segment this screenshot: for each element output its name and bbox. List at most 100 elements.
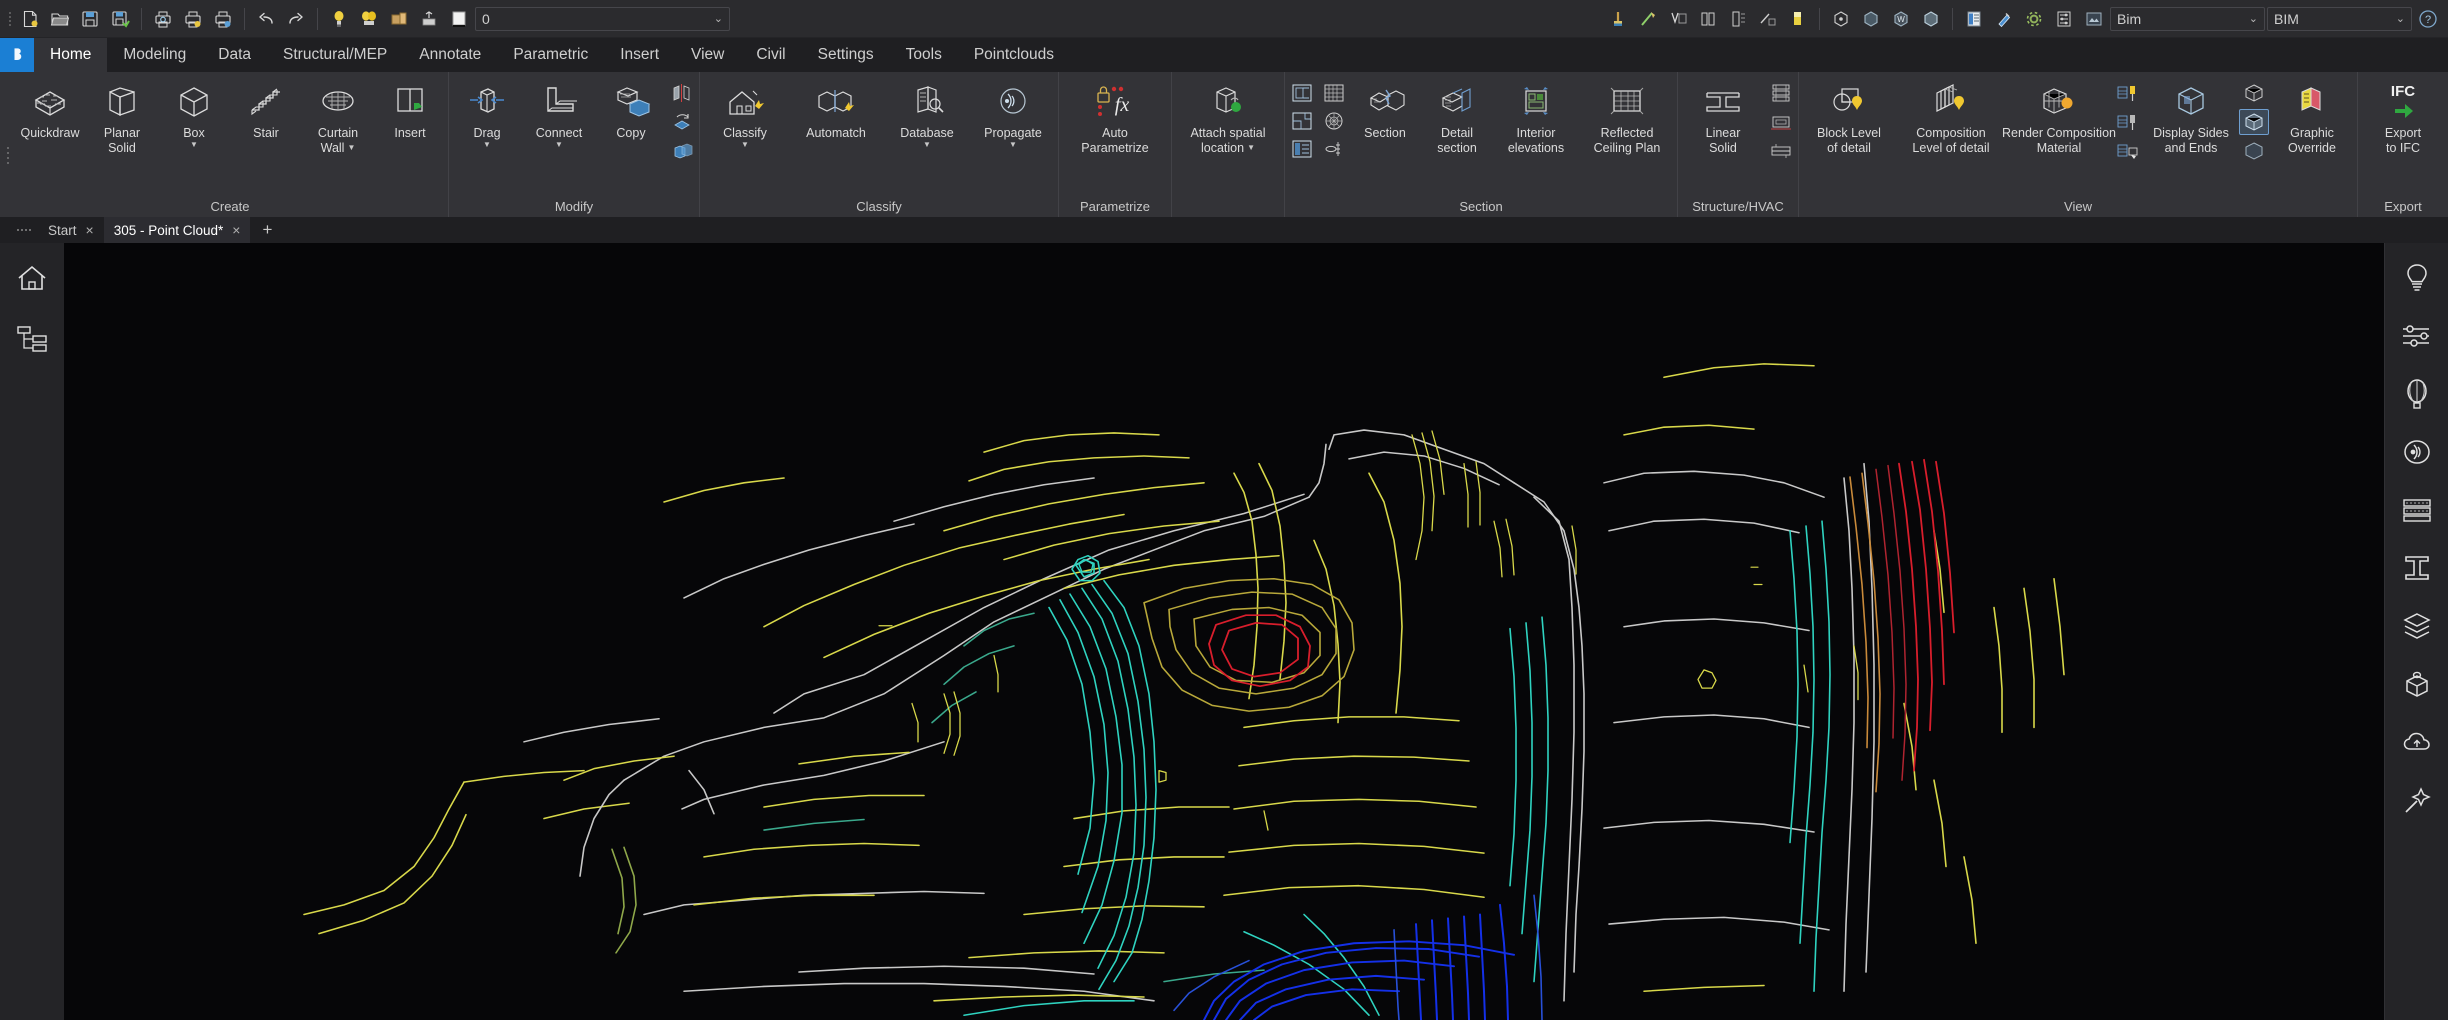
app-logo-icon[interactable] [0, 38, 34, 72]
workspace-combo[interactable]: Bim ⌄ [2110, 6, 2265, 31]
drag-button[interactable]: Drag ▼ [451, 76, 523, 149]
curtain-wall-button[interactable]: Curtain Wall ▼ [302, 76, 374, 155]
render-sound-icon[interactable] [2394, 429, 2440, 475]
entity-transparency-icon[interactable] [1784, 5, 1812, 33]
properties-icon[interactable] [1960, 5, 1988, 33]
attach-spatial-location-button[interactable]: Attach spatial location ▼ [1174, 76, 1282, 155]
detail-section-button[interactable]: Detail section [1421, 76, 1493, 155]
sliders-icon[interactable] [2394, 313, 2440, 359]
chevron-down-icon[interactable]: ▼ [1009, 141, 1017, 149]
i-beam-icon[interactable] [2394, 545, 2440, 591]
connect-button[interactable]: Connect ▼ [523, 76, 595, 149]
chevron-down-icon[interactable]: ▼ [483, 141, 491, 149]
render-preset-icon[interactable] [2080, 5, 2108, 33]
block-3d-icon[interactable] [2394, 661, 2440, 707]
drawing-canvas[interactable] [64, 243, 2384, 1020]
chevron-down-icon[interactable]: ▼ [555, 141, 563, 149]
isolate-icon[interactable] [1827, 5, 1855, 33]
graphic-override-button[interactable]: Graphic Override [2269, 76, 2355, 155]
publish-icon[interactable] [209, 5, 237, 33]
ribbon-tab-modeling[interactable]: Modeling [107, 38, 202, 72]
section-tools-icon[interactable] [1319, 136, 1349, 162]
new-file-icon[interactable] [16, 5, 44, 33]
quickdraw-button[interactable]: Quickdraw [14, 76, 86, 140]
box-button[interactable]: Box ▼ [158, 76, 230, 149]
open-folder-icon[interactable] [46, 5, 74, 33]
document-tab-start[interactable]: Start × [38, 217, 104, 243]
lightbulb-icon[interactable] [2394, 255, 2440, 301]
new-tab-button[interactable]: + [250, 217, 284, 243]
redo-icon[interactable] [282, 5, 310, 33]
layer-prev-icon[interactable] [385, 5, 413, 33]
ribbon-grip[interactable] [4, 72, 12, 217]
linetype-icon[interactable] [1604, 5, 1632, 33]
spatial-web-icon[interactable] [1319, 108, 1349, 134]
export-to-ifc-button[interactable]: IFC Export to IFC [2360, 76, 2446, 155]
entity-linetype-icon[interactable] [1724, 5, 1752, 33]
layer-off-icon[interactable] [415, 5, 443, 33]
chevron-down-icon[interactable]: ▼ [741, 141, 749, 149]
lod-medium-icon[interactable] [2113, 109, 2143, 135]
display-sides-and-ends-button[interactable]: Display Sides and Ends [2143, 76, 2239, 155]
chevron-down-icon[interactable]: ▼ [1247, 144, 1255, 152]
cloud-upload-icon[interactable] [2394, 719, 2440, 765]
help-icon[interactable]: ? [2414, 5, 2442, 33]
section-button[interactable]: Section [1349, 76, 1421, 140]
ribbon-tab-view[interactable]: View [675, 38, 740, 72]
wipeout-icon[interactable]: W [1887, 5, 1915, 33]
ribbon-tab-civil[interactable]: Civil [740, 38, 801, 72]
hide-icon[interactable] [1857, 5, 1885, 33]
automatch-button[interactable]: Automatch [788, 76, 884, 140]
planar-solid-button[interactable]: Planar Solid [86, 76, 158, 155]
propagate-button[interactable]: Propagate ▼ [970, 76, 1056, 149]
floor-plan-icon[interactable] [1287, 108, 1317, 134]
ribbon-tab-parametric[interactable]: Parametric [497, 38, 604, 72]
layer-state-icon[interactable] [325, 5, 353, 33]
visual-style-shaded-icon[interactable] [2239, 109, 2269, 135]
chevron-down-icon[interactable]: ▼ [923, 141, 931, 149]
chevron-down-icon[interactable]: ▼ [190, 141, 198, 149]
profile-edit-icon[interactable] [1766, 109, 1796, 135]
lod-high-icon[interactable] [2113, 80, 2143, 106]
magic-wand-icon[interactable] [2394, 777, 2440, 823]
layers-icon[interactable] [355, 5, 383, 33]
save-as-icon[interactable] [106, 5, 134, 33]
ribbon-tab-settings[interactable]: Settings [802, 38, 890, 72]
entity-color-icon[interactable] [1694, 5, 1722, 33]
plot-preview-icon[interactable] [149, 5, 177, 33]
auto-parametrize-button[interactable]: fx Auto Parametrize [1061, 76, 1169, 155]
entity-lineweight-icon[interactable] [1754, 5, 1782, 33]
database-button[interactable]: Database ▼ [884, 76, 970, 149]
ribbon-tab-data[interactable]: Data [202, 38, 267, 72]
document-tab-point-cloud[interactable]: 305 - Point Cloud* × [103, 217, 251, 243]
print-icon[interactable] [179, 5, 207, 33]
profile-combo[interactable]: BIM ⌄ [2267, 6, 2412, 31]
point-cloud-view[interactable] [64, 243, 2384, 1020]
visual-style-hidden-icon[interactable] [2239, 138, 2269, 164]
block-level-of-detail-button[interactable]: Block Level of detail [1801, 76, 1897, 155]
ribbon-tab-structural-mep[interactable]: Structural/MEP [267, 38, 403, 72]
ribbon-tab-pointclouds[interactable]: Pointclouds [958, 38, 1070, 72]
elevation-icon[interactable] [1287, 136, 1317, 162]
bim-rotate-icon[interactable] [667, 109, 697, 135]
ribbon-tab-insert[interactable]: Insert [604, 38, 675, 72]
close-icon[interactable]: × [86, 222, 94, 238]
linear-solid-button[interactable]: Linear Solid [1680, 76, 1766, 155]
layers-stack-icon[interactable] [2394, 603, 2440, 649]
visual-style-solid-icon[interactable] [2239, 80, 2269, 106]
profile-stack-icon[interactable] [1766, 80, 1796, 106]
parameters-icon[interactable] [2050, 5, 2078, 33]
render-composition-material-button[interactable]: Render Composition Material [2002, 76, 2116, 155]
transparency-icon[interactable] [1664, 5, 1692, 33]
stair-button[interactable]: Stair [230, 76, 302, 140]
home-icon[interactable] [10, 257, 54, 301]
hot-air-balloon-icon[interactable] [2394, 371, 2440, 417]
toolbar-grip[interactable] [6, 8, 14, 30]
bim-mirror-icon[interactable] [667, 80, 697, 106]
profile-convert-icon[interactable] [1766, 138, 1796, 164]
grid-section-icon[interactable] [1319, 80, 1349, 106]
ribbon-tab-home[interactable]: Home [34, 38, 108, 72]
layer-combo[interactable]: 0 ⌄ [475, 6, 730, 31]
tab-grip-icon[interactable] [10, 217, 38, 243]
close-icon[interactable]: × [232, 222, 240, 238]
